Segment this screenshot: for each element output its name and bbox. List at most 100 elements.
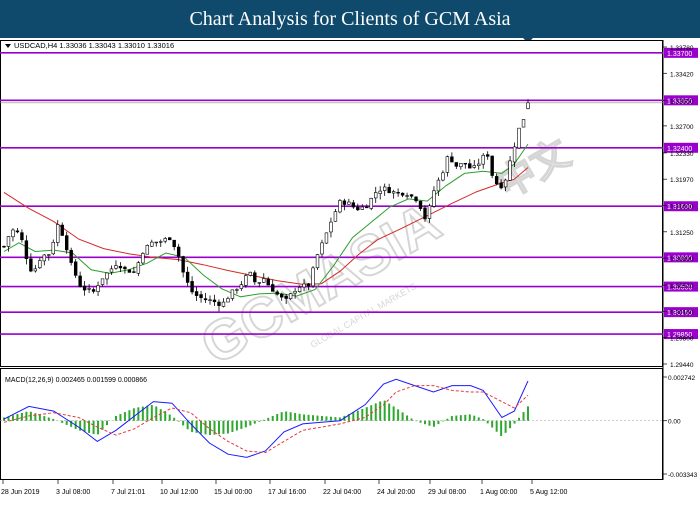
candle-body <box>60 224 64 236</box>
candle-body <box>324 232 329 244</box>
candle-body <box>168 237 172 241</box>
candle-body <box>176 246 181 257</box>
candle-body <box>378 190 382 194</box>
candle-body <box>297 287 302 292</box>
candle-body <box>374 192 378 199</box>
candle-body <box>445 156 450 173</box>
candle-body <box>154 241 158 244</box>
time-tick-label: 1 Aug 00:00 <box>480 489 517 496</box>
candle-body <box>400 192 405 196</box>
candle-body <box>29 258 33 272</box>
candle-body <box>409 194 414 197</box>
candle-body <box>432 190 436 207</box>
candle-body <box>288 293 293 299</box>
chart-window[interactable]: GCMASIA GLOBAL CAPITAL MARKETS 中文 1.3370… <box>0 38 700 500</box>
candle-body <box>181 256 185 273</box>
candle-body <box>441 172 445 181</box>
candle-body <box>73 261 78 276</box>
price-tick-label: 1.31970 <box>670 177 694 184</box>
candle-body <box>123 266 127 270</box>
candle-body <box>159 241 163 243</box>
candle-body <box>463 162 467 165</box>
candle-body <box>494 176 499 185</box>
candle-body <box>459 163 463 168</box>
time-tick-label: 15 Jul 00:00 <box>214 489 252 496</box>
candle-body <box>414 196 418 202</box>
candle-body <box>387 187 391 194</box>
candle-body <box>109 268 114 273</box>
candle-body <box>405 195 409 197</box>
candle-body <box>266 278 270 286</box>
candle-body <box>351 202 356 208</box>
candle-body <box>499 182 503 189</box>
macd-tick-label: 0.00 <box>668 419 681 426</box>
candle-body <box>105 272 109 280</box>
candle-body <box>275 291 279 295</box>
candle-body <box>396 192 400 194</box>
candle-body <box>217 301 221 306</box>
candle-body <box>141 253 145 264</box>
candle-body <box>450 156 454 163</box>
candle-body <box>365 206 369 209</box>
price-tick-label: 1.31250 <box>670 230 694 237</box>
candle-body <box>56 224 60 243</box>
candle-body <box>100 278 105 285</box>
time-tick-label: 10 Jul 12:00 <box>160 489 198 496</box>
candle-body <box>42 254 47 262</box>
price-tick-label: 1.33050 <box>670 98 694 105</box>
time-tick-label: 3 Jul 08:00 <box>56 489 90 496</box>
candle-body <box>203 298 208 301</box>
chart-title-banner: Chart Analysis for Clients of GCM Asia <box>0 0 700 38</box>
candle-body <box>521 119 526 128</box>
price-tick-label: 1.32700 <box>670 124 694 131</box>
candle-body <box>423 207 427 220</box>
price-tick-label: 1.33420 <box>670 71 694 78</box>
price-panel[interactable] <box>0 40 663 367</box>
macd-panel[interactable] <box>0 368 663 480</box>
candle-body <box>382 186 387 191</box>
candle-body <box>244 275 248 286</box>
candle-body <box>208 299 212 301</box>
candle-body <box>306 283 311 287</box>
candle-body <box>477 163 481 167</box>
candle-body <box>311 267 315 287</box>
banner-title: Chart Analysis for Clients of GCM Asia <box>189 8 511 30</box>
candle-body <box>347 201 351 205</box>
candle-body <box>360 206 364 210</box>
candle-body <box>257 282 261 284</box>
price-tick-label: 1.30160 <box>670 309 694 316</box>
candle-body <box>284 295 288 299</box>
candle-body <box>454 162 459 167</box>
candle-body <box>526 102 530 109</box>
candle-body <box>65 235 69 251</box>
macd-header: MACD(12,26,9) 0.002465 0.001599 0.000866 <box>5 377 147 384</box>
candle-body <box>47 254 51 256</box>
candle-body <box>78 275 82 287</box>
candle-body <box>226 298 230 303</box>
time-tick-label: 7 Jul 21:01 <box>111 489 145 496</box>
candle-body <box>342 200 347 205</box>
candle-body <box>503 179 508 188</box>
candle-body <box>163 238 167 242</box>
candle-body <box>391 191 396 194</box>
candle-body <box>69 249 73 263</box>
candle-body <box>239 284 244 289</box>
candle-body <box>427 205 432 219</box>
candle-body <box>333 211 338 222</box>
macd-tick-label: -0.003343 <box>668 472 698 479</box>
price-tick-label: 1.29440 <box>670 362 694 369</box>
candle-body <box>485 154 490 157</box>
candle-body <box>517 127 521 149</box>
macd-tick-label: 0.002742 <box>668 375 695 382</box>
candle-body <box>20 232 24 241</box>
time-tick-label: 17 Jul 16:00 <box>268 489 306 496</box>
candle-body <box>96 285 100 292</box>
candle-body <box>136 262 141 274</box>
candle-body <box>91 289 96 292</box>
time-tick-label: 5 Aug 12:00 <box>530 489 567 496</box>
time-tick-label: 28 Jun 2019 <box>1 489 40 496</box>
price-tick-label: 1.30520 <box>670 283 694 290</box>
candle-body <box>468 163 472 169</box>
candle-body <box>6 236 11 247</box>
trading-chart-svg[interactable]: GCMASIA GLOBAL CAPITAL MARKETS 中文 1.3370… <box>0 38 700 500</box>
